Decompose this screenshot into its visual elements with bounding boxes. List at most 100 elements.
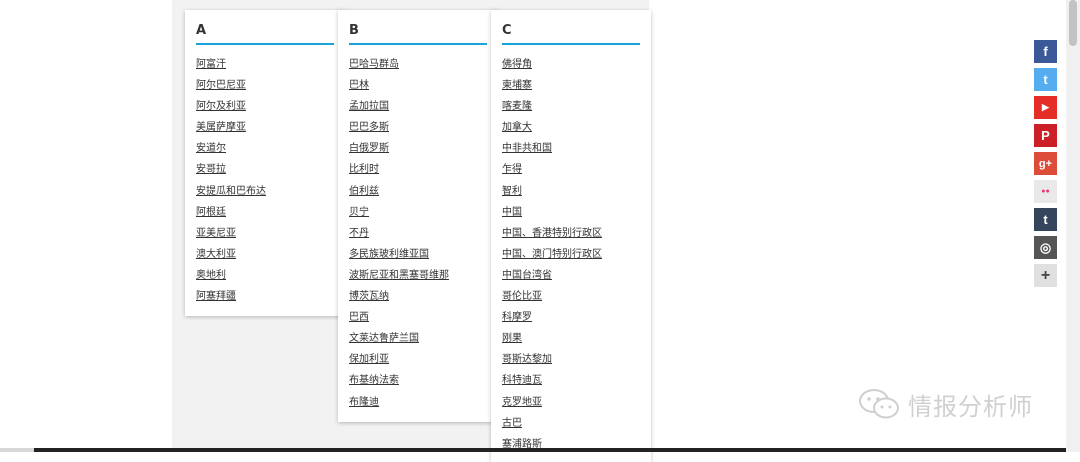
list-item: 波斯尼亚和黑塞哥维那 — [349, 262, 487, 283]
country-link[interactable]: 阿富汗 — [196, 59, 226, 70]
horizontal-scrollbar-thumb[interactable] — [34, 448, 1066, 452]
country-link[interactable]: 巴巴多斯 — [349, 122, 389, 133]
list-item: 科摩罗 — [502, 304, 640, 325]
country-column-a: A 阿富汗 阿尔巴尼亚 阿尔及利亚 美属萨摩亚 安道尔 安哥拉 安提瓜和巴布达 … — [185, 10, 345, 316]
list-item: 古巴 — [502, 410, 640, 431]
country-link[interactable]: 巴哈马群岛 — [349, 59, 399, 70]
country-link[interactable]: 博茨瓦纳 — [349, 291, 389, 302]
country-list: 巴哈马群岛 巴林 孟加拉国 巴巴多斯 白俄罗斯 比利时 伯利兹 贝宁 不丹 多民… — [349, 51, 487, 410]
country-link[interactable]: 安哥拉 — [196, 164, 226, 175]
country-link[interactable]: 中非共和国 — [502, 143, 552, 154]
list-item: 巴林 — [349, 72, 487, 93]
wechat-icon — [859, 389, 899, 419]
list-item: 乍得 — [502, 156, 640, 177]
country-link[interactable]: 文莱达鲁萨兰国 — [349, 333, 419, 344]
instagram-button[interactable]: ◎ — [1034, 236, 1057, 259]
list-item: 布基纳法索 — [349, 367, 487, 388]
country-link[interactable]: 伯利兹 — [349, 186, 379, 197]
country-link[interactable]: 中国、澳门特别行政区 — [502, 249, 602, 260]
country-link[interactable]: 智利 — [502, 186, 522, 197]
google-plus-button[interactable]: g+ — [1034, 152, 1057, 175]
country-link[interactable]: 巴林 — [349, 80, 369, 91]
list-item: 阿尔巴尼亚 — [196, 72, 334, 93]
tumblr-button[interactable]: t — [1034, 208, 1057, 231]
country-link[interactable]: 孟加拉国 — [349, 101, 389, 112]
country-link[interactable]: 阿尔巴尼亚 — [196, 80, 246, 91]
social-share-bar: f t ▶ Pg+ ●● t ◎ + — [1034, 40, 1057, 292]
list-item: 不丹 — [349, 220, 487, 241]
country-link[interactable]: 古巴 — [502, 418, 522, 429]
country-link[interactable]: 刚果 — [502, 333, 522, 344]
list-item: 巴哈马群岛 — [349, 51, 487, 72]
scrollbar-thumb[interactable] — [1069, 0, 1077, 46]
country-column-b: B 巴哈马群岛 巴林 孟加拉国 巴巴多斯 白俄罗斯 比利时 伯利兹 贝宁 不丹 … — [338, 10, 498, 422]
list-item: 智利 — [502, 178, 640, 199]
country-link[interactable]: 阿塞拜疆 — [196, 291, 236, 302]
list-item: 多民族玻利维亚国 — [349, 241, 487, 262]
list-item: 佛得角 — [502, 51, 640, 72]
country-link[interactable]: 不丹 — [349, 228, 369, 239]
country-link[interactable]: 布基纳法索 — [349, 375, 399, 386]
list-item: 阿富汗 — [196, 51, 334, 72]
list-item: 哥伦比亚 — [502, 283, 640, 304]
list-item: 比利时 — [349, 156, 487, 177]
country-link[interactable]: 阿尔及利亚 — [196, 101, 246, 112]
country-link[interactable]: 中国、香港特别行政区 — [502, 228, 602, 239]
vertical-scrollbar[interactable] — [1066, 0, 1080, 452]
country-link[interactable]: 奥地利 — [196, 270, 226, 281]
country-link[interactable]: 柬埔寨 — [502, 80, 532, 91]
pinterest-button[interactable]: P — [1034, 124, 1057, 147]
list-item: 美属萨摩亚 — [196, 114, 334, 135]
country-link[interactable]: 科特迪瓦 — [502, 375, 542, 386]
more-button[interactable]: + — [1034, 264, 1057, 287]
list-item: 安哥拉 — [196, 156, 334, 177]
list-item: 巴西 — [349, 304, 487, 325]
youtube-button[interactable]: ▶ — [1034, 96, 1057, 119]
flickr-icon: ●● — [1041, 188, 1050, 195]
country-link[interactable]: 亚美尼亚 — [196, 228, 236, 239]
country-link[interactable]: 比利时 — [349, 164, 379, 175]
country-link[interactable]: 安提瓜和巴布达 — [196, 186, 266, 197]
country-list: 佛得角 柬埔寨 喀麦隆 加拿大 中非共和国 乍得 智利 中国 中国、香港特别行政… — [502, 51, 640, 452]
column-heading: A — [196, 22, 334, 45]
country-link[interactable]: 保加利亚 — [349, 354, 389, 365]
country-link[interactable]: 科摩罗 — [502, 312, 532, 323]
list-item: 加拿大 — [502, 114, 640, 135]
watermark-text: 情报分析师 — [908, 392, 1033, 421]
country-link[interactable]: 哥斯达黎加 — [502, 354, 552, 365]
country-link[interactable]: 喀麦隆 — [502, 101, 532, 112]
list-item: 中国、香港特别行政区 — [502, 220, 640, 241]
list-item: 布隆迪 — [349, 389, 487, 410]
country-link[interactable]: 巴西 — [349, 312, 369, 323]
country-link[interactable]: 澳大利亚 — [196, 249, 236, 260]
list-item: 白俄罗斯 — [349, 135, 487, 156]
list-item: 安提瓜和巴布达 — [196, 178, 334, 199]
country-link[interactable]: 安道尔 — [196, 143, 226, 154]
list-item: 科特迪瓦 — [502, 367, 640, 388]
list-item: 喀麦隆 — [502, 93, 640, 114]
country-link[interactable]: 克罗地亚 — [502, 397, 542, 408]
country-link[interactable]: 贝宁 — [349, 207, 369, 218]
country-link[interactable]: 中国 — [502, 207, 522, 218]
country-link[interactable]: 布隆迪 — [349, 397, 379, 408]
list-item: 柬埔寨 — [502, 72, 640, 93]
country-link[interactable]: 波斯尼亚和黑塞哥维那 — [349, 270, 449, 281]
list-item: 阿塞拜疆 — [196, 283, 334, 304]
flickr-button[interactable]: ●● — [1034, 180, 1057, 203]
country-link[interactable]: 乍得 — [502, 164, 522, 175]
facebook-button[interactable]: f — [1034, 40, 1057, 63]
list-item: 哥斯达黎加 — [502, 346, 640, 367]
country-link[interactable]: 多民族玻利维亚国 — [349, 249, 429, 260]
list-item: 中国 — [502, 199, 640, 220]
list-item: 阿尔及利亚 — [196, 93, 334, 114]
column-heading: B — [349, 22, 487, 45]
country-link[interactable]: 佛得角 — [502, 59, 532, 70]
country-link[interactable]: 加拿大 — [502, 122, 532, 133]
country-link[interactable]: 阿根廷 — [196, 207, 226, 218]
twitter-icon: t — [1043, 72, 1048, 87]
country-link[interactable]: 中国台湾省 — [502, 270, 552, 281]
country-link[interactable]: 哥伦比亚 — [502, 291, 542, 302]
country-link[interactable]: 白俄罗斯 — [349, 143, 389, 154]
country-link[interactable]: 美属萨摩亚 — [196, 122, 246, 133]
twitter-button[interactable]: t — [1034, 68, 1057, 91]
